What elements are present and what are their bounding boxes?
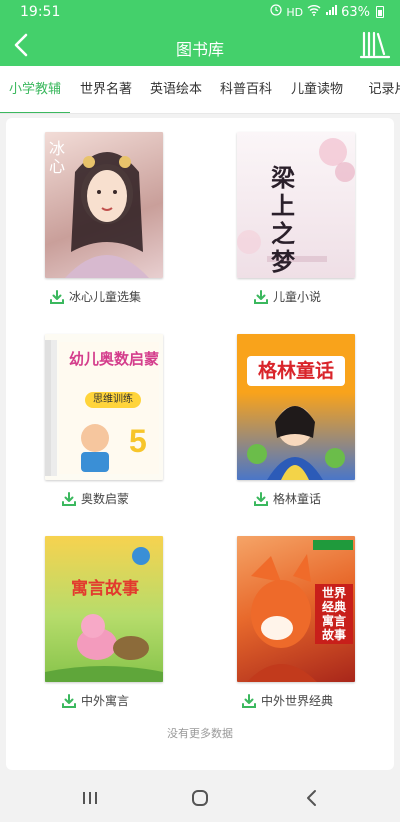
book-card[interactable]: 格林童话 格林童话 [202, 322, 372, 512]
book-caption: 格林童话 [202, 490, 372, 507]
cover-title: 寓言故事 [71, 579, 139, 599]
network-type: HD [286, 5, 304, 19]
book-title: 奥数启蒙 [80, 492, 129, 506]
book-title: 儿童小说 [272, 290, 321, 304]
active-tab-indicator [0, 112, 70, 113]
tab-english-picture-books[interactable]: 英语绘本 [142, 66, 210, 113]
home-button[interactable] [186, 786, 214, 810]
bookshelf-icon [359, 31, 391, 59]
cover-title: 梁上之梦 [271, 163, 295, 276]
book-cover: 梁上之梦 [237, 132, 355, 278]
signal-icon [325, 4, 338, 20]
book-cover: 格林童话 [237, 334, 355, 480]
download-icon[interactable] [61, 693, 77, 709]
tab-primary-school[interactable]: 小学教辅 [0, 66, 70, 113]
book-card[interactable]: 寓言故事 中外寓言 [10, 524, 180, 714]
tab-childrens-books[interactable]: 儿童读物 [282, 66, 352, 113]
category-tabs: 小学教辅 世界名著 英语绘本 科普百科 儿童读物 记录片 [0, 66, 400, 114]
tab-documentary[interactable]: 记录片 [358, 66, 400, 113]
book-grid: 冰心 冰心儿童选集 梁上之梦 儿童小说 5 幼儿奥数启蒙 思维训练 奥数启蒙 格… [6, 118, 394, 770]
download-icon[interactable] [253, 289, 269, 305]
bookshelf-button[interactable] [358, 28, 392, 62]
no-more-data-text: 没有更多数据 [167, 727, 233, 740]
tab-label: 科普百科 [219, 82, 272, 97]
status-time: 19:51 [20, 4, 61, 20]
book-title: 格林童话 [272, 492, 321, 506]
book-caption: 中外寓言 [10, 692, 180, 709]
book-card[interactable]: 梁上之梦 儿童小说 [202, 120, 372, 310]
book-cover: 世界经典寓言故事 [237, 536, 355, 682]
book-title: 冰心儿童选集 [68, 290, 141, 304]
tab-label: 儿童读物 [290, 82, 343, 97]
tab-label: 小学教辅 [8, 82, 61, 97]
cover-title: 幼儿奥数启蒙 [69, 350, 160, 368]
cover-title: 冰心 [49, 139, 66, 176]
book-cover: 5 幼儿奥数启蒙 思维训练 [45, 334, 163, 480]
download-icon[interactable] [253, 491, 269, 507]
battery-level: 63% [341, 4, 370, 20]
wifi-icon [307, 4, 321, 20]
download-icon[interactable] [49, 289, 65, 305]
cover-title: 格林童话 [257, 360, 334, 382]
book-caption: 冰心儿童选集 [10, 288, 180, 305]
book-title: 中外寓言 [80, 694, 129, 708]
book-card[interactable]: 冰心 冰心儿童选集 [10, 120, 180, 310]
system-nav-bar [0, 774, 400, 822]
home-icon [192, 790, 208, 806]
book-cover: 冰心 [45, 132, 163, 278]
tab-label: 世界名著 [79, 82, 132, 97]
download-icon[interactable] [61, 491, 77, 507]
book-caption: 儿童小说 [202, 288, 372, 305]
download-icon[interactable] [241, 693, 257, 709]
recent-apps-icon [83, 792, 97, 804]
battery-icon [376, 6, 384, 18]
back-nav-button[interactable] [298, 786, 326, 810]
tab-world-classics[interactable]: 世界名著 [72, 66, 140, 113]
recent-apps-button[interactable] [76, 786, 104, 810]
status-icons: HD 63% [270, 4, 384, 20]
status-bar: 19:51 HD 63% [0, 0, 400, 24]
tab-label: 英语绘本 [149, 82, 202, 97]
back-arrow-icon [307, 790, 316, 806]
book-caption: 中外世界经典 [202, 692, 372, 709]
book-card[interactable]: 5 幼儿奥数启蒙 思维训练 奥数启蒙 [10, 322, 180, 512]
book-title: 中外世界经典 [260, 694, 333, 708]
book-card[interactable]: 世界经典寓言故事 中外世界经典 [202, 524, 372, 714]
app-header: 19:51 HD 63% 图书库 [0, 0, 400, 66]
cover-subtitle: 思维训练 [93, 394, 133, 405]
tab-label: 记录片 [368, 82, 400, 97]
alarm-icon [270, 4, 282, 20]
svg-text:5: 5 [129, 423, 147, 459]
tab-science-encyclopedia[interactable]: 科普百科 [212, 66, 280, 113]
cover-title: 世界经典寓言故事 [321, 586, 346, 642]
page-title: 图书库 [175, 40, 224, 59]
book-caption: 奥数启蒙 [10, 490, 180, 507]
book-cover: 寓言故事 [45, 536, 163, 682]
nav-bar: 图书库 [0, 24, 400, 66]
